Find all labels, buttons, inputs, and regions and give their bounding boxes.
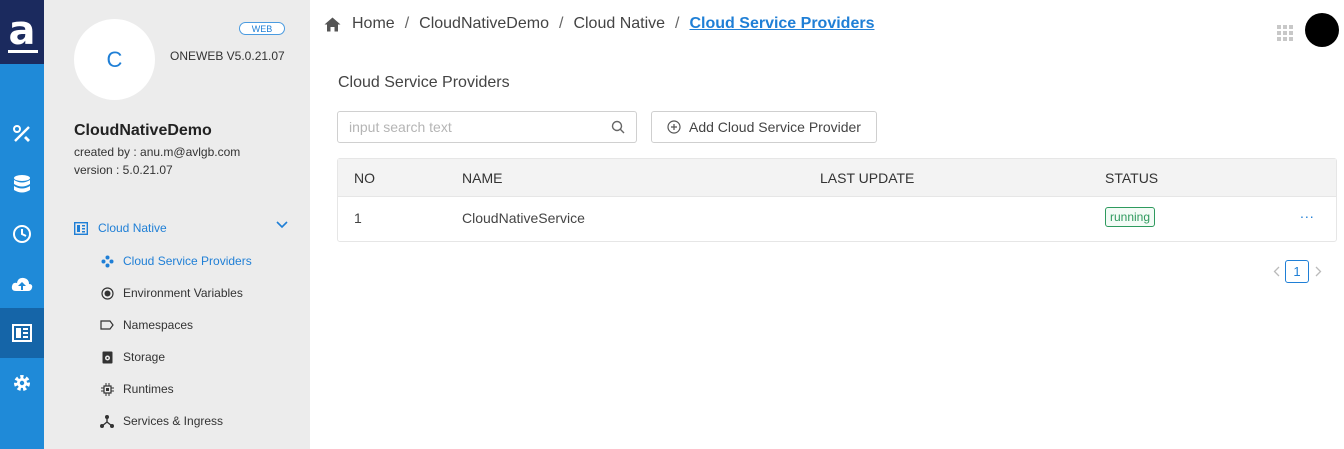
breadcrumb-separator: / — [675, 15, 680, 32]
tools-icon — [13, 125, 30, 142]
page-title: Cloud Service Providers — [338, 74, 510, 91]
icon-rail: a — [0, 0, 64, 449]
breadcrumb-cloud-native[interactable]: Cloud Native — [573, 15, 665, 33]
plus-circle-icon — [667, 120, 681, 134]
rail-history-button[interactable] — [0, 209, 44, 259]
web-badge: WEB — [239, 22, 285, 35]
column-header-status: STATUS — [1105, 170, 1159, 186]
breadcrumb-separator: / — [404, 15, 410, 32]
nav-item-label: Services & Ingress — [123, 414, 224, 428]
gear-icon — [14, 375, 30, 391]
table-row[interactable]: 1 CloudNativeService running ... — [338, 197, 1336, 241]
chevron-left-icon — [1273, 266, 1279, 276]
column-header-no: NO — [354, 170, 375, 186]
cloud-native-icon — [74, 221, 88, 235]
breadcrumb-home[interactable]: Home — [352, 15, 395, 33]
nav-item-label: Cloud Service Providers — [123, 254, 252, 268]
nav-item-environment-variables[interactable]: Environment Variables — [100, 284, 243, 302]
status-badge: running — [1105, 207, 1156, 227]
nav-item-services-ingress[interactable]: Services & Ingress — [100, 412, 223, 430]
dashboard-icon — [12, 324, 32, 342]
tag-icon — [100, 318, 114, 332]
chevron-down-icon[interactable] — [276, 221, 288, 229]
created-by: created by : anu.m@avlgb.com — [74, 145, 241, 159]
breadcrumb: Home / CloudNativeDemo / Cloud Native / … — [324, 14, 874, 34]
breadcrumb-project[interactable]: CloudNativeDemo — [419, 15, 549, 33]
column-header-last-update: LAST UPDATE — [820, 170, 915, 186]
home-icon[interactable] — [324, 17, 341, 32]
nav-item-runtimes[interactable]: Runtimes — [100, 380, 174, 398]
pagination: 1 — [1268, 259, 1326, 283]
providers-icon — [100, 254, 114, 268]
nav-group-label: Cloud Native — [98, 221, 167, 235]
rail-tools-button[interactable] — [0, 109, 44, 159]
providers-table: NO NAME LAST UPDATE STATUS 1 CloudNative… — [337, 158, 1337, 242]
history-icon — [13, 225, 31, 243]
search-box — [337, 111, 637, 143]
user-avatar[interactable] — [1305, 13, 1339, 47]
search-input[interactable] — [338, 112, 598, 142]
cell-name: CloudNativeService — [462, 210, 585, 226]
rail-cloud-native-button[interactable] — [0, 308, 44, 358]
nav-item-label: Runtimes — [123, 382, 174, 396]
cloud-upload-icon — [11, 277, 33, 291]
page-number-button[interactable]: 1 — [1285, 259, 1309, 283]
column-header-name: NAME — [462, 170, 503, 186]
search-icon[interactable] — [611, 120, 625, 134]
app-version: ONEWEB V5.0.21.07 — [170, 49, 285, 63]
apps-grid-icon[interactable] — [1277, 25, 1293, 41]
nav-item-label: Storage — [123, 350, 166, 364]
add-cloud-service-provider-button[interactable]: Add Cloud Service Provider — [651, 111, 877, 143]
nav-item-storage[interactable]: Storage — [100, 348, 165, 366]
nav-item-cloud-service-providers[interactable]: Cloud Service Providers — [100, 252, 252, 270]
database-icon — [14, 175, 30, 193]
project-avatar: C — [74, 19, 155, 100]
network-icon — [100, 414, 114, 428]
cell-no: 1 — [354, 210, 362, 226]
storage-icon — [100, 350, 114, 364]
rail-database-button[interactable] — [0, 159, 44, 209]
breadcrumb-current[interactable]: Cloud Service Providers — [690, 15, 875, 33]
rail-upload-button[interactable] — [0, 259, 44, 309]
app-root: a C WEB ONEWEB V5.0.21.07 CloudNativeDem… — [0, 0, 1344, 449]
project-version: version : 5.0.21.07 — [74, 163, 173, 177]
avatar-letter: C — [106, 46, 123, 72]
next-page-button[interactable] — [1310, 266, 1326, 277]
row-more-button[interactable]: ... — [1300, 205, 1315, 221]
breadcrumb-separator: / — [558, 15, 564, 32]
env-variables-icon — [100, 286, 114, 300]
svg-text:a: a — [9, 8, 36, 54]
nav-item-namespaces[interactable]: Namespaces — [100, 316, 193, 334]
nav-item-label: Namespaces — [123, 318, 194, 332]
add-button-label: Add Cloud Service Provider — [689, 119, 861, 135]
project-name: CloudNativeDemo — [74, 122, 212, 139]
nav-group-cloud-native[interactable]: Cloud Native — [74, 219, 288, 237]
chevron-right-icon — [1315, 266, 1321, 276]
chip-icon — [100, 382, 114, 396]
nav-item-label: Environment Variables — [123, 286, 243, 300]
rail-settings-button[interactable] — [0, 358, 44, 408]
table-header: NO NAME LAST UPDATE STATUS — [338, 159, 1336, 197]
prev-page-button[interactable] — [1268, 266, 1284, 277]
side-panel: C WEB ONEWEB V5.0.21.07 CloudNativeDemo … — [44, 0, 310, 449]
